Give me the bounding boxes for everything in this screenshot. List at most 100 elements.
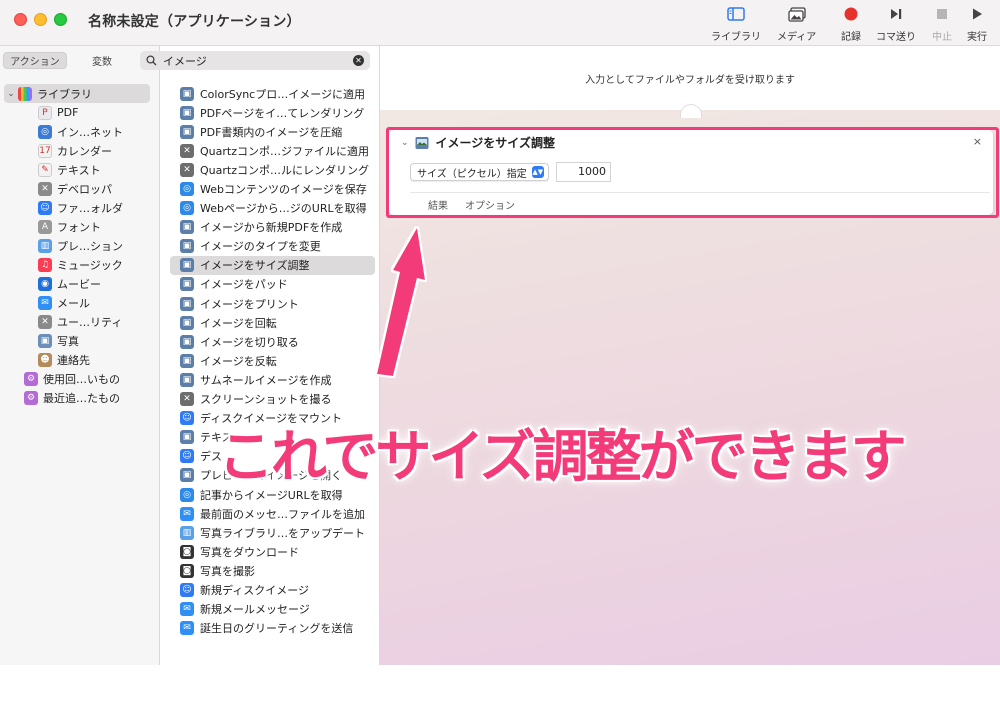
photo-icon: ▣ xyxy=(38,333,52,348)
stop-button[interactable]: 中止 xyxy=(931,4,953,44)
library-item[interactable]: ☻ 連絡先 xyxy=(0,350,160,369)
library-item[interactable]: P PDF xyxy=(0,103,160,122)
library-button[interactable]: ライブラリ xyxy=(711,4,761,44)
library-item[interactable]: ◉ ムービー xyxy=(0,274,160,293)
presentation-icon: ▥ xyxy=(180,525,194,540)
action-item-label: 最前面のメッセ…ファイルを追加 xyxy=(200,507,365,521)
library-root[interactable]: ⌄ ライブラリ xyxy=(4,84,150,103)
zoom-window-button[interactable] xyxy=(54,13,67,26)
library-item[interactable]: ✕ デベロッパ xyxy=(0,179,160,198)
image-action-icon: ▣ xyxy=(180,315,194,330)
image-action-icon: ▣ xyxy=(180,124,194,139)
action-item-label: Webコンテンツのイメージを保存 xyxy=(200,183,367,197)
smart-group-item[interactable]: ⚙ 使用回…いもの xyxy=(0,369,160,388)
library-item-label: PDF xyxy=(57,106,79,119)
tools-icon: ✕ xyxy=(180,162,194,177)
library-item[interactable]: ▥ プレ…ション xyxy=(0,236,160,255)
step-button[interactable]: コマ送り xyxy=(876,4,916,44)
library-item-label: ミュージック xyxy=(57,258,123,272)
action-item[interactable]: ✉ 新規メールメッセージ xyxy=(170,600,375,619)
smart-folder-icon: ⚙ xyxy=(24,371,38,386)
action-item[interactable]: ▣ イメージを回転 xyxy=(170,313,375,332)
action-item[interactable]: ▣ イメージをプリント xyxy=(170,294,375,313)
record-label: 記録 xyxy=(841,32,861,43)
action-item[interactable]: ◙ 写真を撮影 xyxy=(170,561,375,580)
library-item[interactable]: ▣ 写真 xyxy=(0,331,160,350)
finder-icon: ☺ xyxy=(38,200,52,215)
tab-variables[interactable]: 変数 xyxy=(67,52,137,69)
action-item-label: イメージをプリント xyxy=(200,297,299,311)
pdf-icon: P xyxy=(38,105,52,120)
action-item[interactable]: ▣ PDF書類内のイメージを圧縮 xyxy=(170,122,375,141)
action-item[interactable]: ✕ スクリーンショットを撮る xyxy=(170,390,375,409)
contacts-icon: ☻ xyxy=(38,352,52,367)
library-item[interactable]: ☺ ファ…ォルダ xyxy=(0,198,160,217)
action-item-label: スクリーンショットを撮る xyxy=(200,393,332,407)
action-item-label: 写真ライブラリ…をアップデート xyxy=(200,526,365,540)
action-item-label: イメージのタイプを変更 xyxy=(200,240,321,254)
action-item-label: イメージを反転 xyxy=(200,354,277,368)
library-item-label: ファ…ォルダ xyxy=(57,201,123,215)
action-item[interactable]: ▣ ColorSyncプロ…イメージに適用 xyxy=(170,84,375,103)
title-bar: 名称未設定（アプリケーション） ライブラリ メディア 記録 コマ送り 中止 実行 xyxy=(0,0,1000,46)
minimize-window-button[interactable] xyxy=(34,13,47,26)
actions-pane: イメージ ✕ ▣ ColorSyncプロ…イメージに適用 ▣ PDFページをイ…てレン… xyxy=(140,46,380,665)
library-root-label: ライブラリ xyxy=(37,87,92,101)
music-icon: ♫ xyxy=(38,257,52,272)
action-item[interactable]: ◎ Webコンテンツのイメージを保存 xyxy=(170,179,375,198)
smart-group-label: 最近追…たもの xyxy=(43,391,120,405)
image-action-icon: ▣ xyxy=(180,105,194,120)
action-item-label: イメージを回転 xyxy=(200,316,277,330)
library-item[interactable]: ✉ メール xyxy=(0,293,160,312)
library-item[interactable]: ✎ テキスト xyxy=(0,160,160,179)
tab-actions[interactable]: アクション xyxy=(3,52,67,69)
clear-search-icon[interactable]: ✕ xyxy=(353,55,364,66)
action-item[interactable]: ◎ Webページから…ジのURLを取得 xyxy=(170,199,375,218)
action-item[interactable]: ▣ イメージから新規PDFを作成 xyxy=(170,218,375,237)
library-item-label: デベロッパ xyxy=(57,182,112,196)
smart-folder-icon: ⚙ xyxy=(24,390,38,405)
smart-group-item[interactable]: ⚙ 最近追…たもの xyxy=(0,388,160,407)
action-item[interactable]: ✉ 最前面のメッセ…ファイルを追加 xyxy=(170,504,375,523)
library-item[interactable]: ◎ イン…ネット xyxy=(0,122,160,141)
action-item[interactable]: ▣ イメージのタイプを変更 xyxy=(170,237,375,256)
action-item[interactable]: ▥ 写真ライブラリ…をアップデート xyxy=(170,523,375,542)
action-item[interactable]: ▣ PDFページをイ…てレンダリング xyxy=(170,103,375,122)
action-item[interactable]: ▣ イメージを切り取る xyxy=(170,332,375,351)
library-item[interactable]: ♫ ミュージック xyxy=(0,255,160,274)
action-item[interactable]: ☺ 新規ディスクイメージ xyxy=(170,580,375,599)
action-item[interactable]: ✕ Quartzコンポ…ジファイルに適用 xyxy=(170,141,375,160)
mail-icon: ✉ xyxy=(180,621,194,636)
action-item-label: ColorSyncプロ…イメージに適用 xyxy=(200,87,366,101)
search-field[interactable]: イメージ ✕ xyxy=(140,51,370,70)
media-button[interactable]: メディア xyxy=(777,4,816,44)
action-item[interactable]: ✕ Quartzコンポ…ルにレンダリング xyxy=(170,160,375,179)
action-item[interactable]: ◙ 写真をダウンロード xyxy=(170,542,375,561)
library-item[interactable]: A フォント xyxy=(0,217,160,236)
library-item-label: 連絡先 xyxy=(57,353,90,367)
action-item[interactable]: ▣ イメージをサイズ調整 xyxy=(170,255,375,275)
media-icon xyxy=(786,4,808,24)
smart-group-label: 使用回…いもの xyxy=(43,372,120,386)
search-input[interactable]: イメージ xyxy=(163,53,207,69)
library-item[interactable]: 17 カレンダー xyxy=(0,141,160,160)
safari-icon: ◎ xyxy=(180,201,194,216)
image-action-icon: ▣ xyxy=(180,372,194,387)
run-button[interactable]: 実行 xyxy=(966,4,988,44)
calendar-icon: 17 xyxy=(38,143,52,158)
record-button[interactable]: 記録 xyxy=(840,4,862,44)
library-smart-groups: ⚙ 使用回…いもの ⚙ 最近追…たもの xyxy=(0,369,160,407)
action-item[interactable]: ▣ イメージを反転 xyxy=(170,351,375,370)
action-item[interactable]: ✉ 誕生日のグリーティングを送信 xyxy=(170,619,375,638)
library-item[interactable]: ✕ ユー…リティ xyxy=(0,312,160,331)
image-action-icon: ▣ xyxy=(180,296,194,311)
action-item[interactable]: ▣ サムネールイメージを作成 xyxy=(170,370,375,389)
mail-icon: ✉ xyxy=(180,506,194,521)
action-item-label: イメージをサイズ調整 xyxy=(200,259,310,273)
mail-icon: ✉ xyxy=(38,295,52,310)
action-item[interactable]: ▣ イメージをパッド xyxy=(170,275,375,294)
page-bottom-margin xyxy=(0,665,1000,706)
chevron-down-icon[interactable]: ⌄ xyxy=(4,89,18,99)
close-window-button[interactable] xyxy=(14,13,27,26)
action-item-label: Quartzコンポ…ジファイルに適用 xyxy=(200,144,369,158)
